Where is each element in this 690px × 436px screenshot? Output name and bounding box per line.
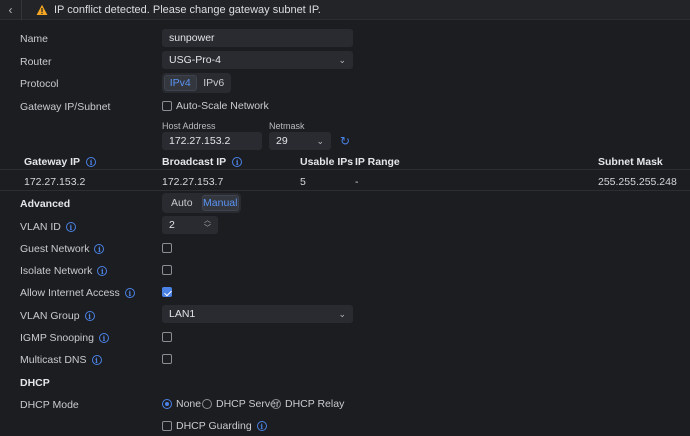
vlan-group-value: LAN1	[169, 308, 196, 320]
info-icon[interactable]: i	[91, 355, 102, 365]
gateway-label: Gateway IP/Subnet	[20, 101, 111, 113]
table-header-broadcast-ip: Broadcast IP i	[162, 156, 243, 168]
info-icon[interactable]: i	[232, 157, 243, 167]
dhcp-mode-server-radio[interactable]	[202, 399, 212, 409]
host-address-value: 172.27.153.2	[169, 135, 231, 147]
table-header-label: Subnet Mask	[598, 156, 663, 168]
table-header-usable-ips: Usable IPs	[300, 156, 353, 168]
isolate-network-label: Isolate Network	[20, 265, 93, 277]
alert-message: IP conflict detected. Please change gate…	[54, 3, 321, 16]
protocol-ipv4-option[interactable]: IPv4	[164, 75, 197, 91]
table-header-gateway-ip: Gateway IP i	[24, 156, 97, 168]
isolate-network-checkbox[interactable]	[162, 265, 172, 275]
table-cell-ip-range: -	[355, 176, 359, 188]
isolate-network-row-label: Isolate Network i	[20, 265, 108, 277]
dhcp-guarding-checkbox[interactable]	[162, 421, 172, 431]
dhcp-guarding-row: DHCP Guarding i	[176, 420, 267, 432]
protocol-label: Protocol	[20, 78, 59, 90]
router-label: Router	[20, 56, 52, 68]
mdns-row-label: Multicast DNS i	[20, 354, 102, 366]
dhcp-mode-none-radio[interactable]	[162, 399, 172, 409]
table-cell-gateway-ip: 172.27.153.2	[24, 176, 86, 188]
table-cell-usable-ips: 5	[300, 176, 306, 188]
table-cell-subnet-mask: 255.255.255.248	[598, 176, 677, 188]
vlan-group-select[interactable]: LAN1 ⌄	[162, 305, 353, 323]
dhcp-mode-relay-label: DHCP Relay	[285, 398, 345, 410]
igmp-checkbox[interactable]	[162, 332, 172, 342]
dhcp-mode-relay-radio[interactable]	[271, 399, 281, 409]
vlan-group-label: VLAN Group	[20, 310, 80, 322]
netmask-value: 29	[276, 135, 288, 147]
guest-network-label: Guest Network	[20, 243, 90, 255]
alert-bar: ‹ IP conflict detected. Please change ga…	[0, 0, 690, 20]
table-cell-broadcast-ip: 172.27.153.7	[162, 176, 224, 188]
guest-network-checkbox[interactable]	[162, 243, 172, 253]
vlan-id-row-label: VLAN ID i	[20, 221, 76, 233]
info-icon[interactable]: i	[124, 288, 135, 298]
host-address-label: Host Address	[162, 121, 216, 131]
vlan-id-value: 2	[169, 219, 175, 231]
info-icon[interactable]: i	[65, 222, 76, 232]
chevron-down-icon[interactable]: ﹀	[204, 225, 211, 233]
allow-internet-label: Allow Internet Access	[20, 287, 120, 299]
allow-internet-checkbox[interactable]	[162, 287, 172, 297]
table-header-label: Gateway IP	[24, 156, 81, 168]
dhcp-mode-none-label: None	[176, 398, 202, 410]
mdns-checkbox[interactable]	[162, 354, 172, 364]
igmp-row-label: IGMP Snooping i	[20, 332, 109, 344]
table-header-ip-range: IP Range	[355, 156, 400, 168]
auto-scale-checkbox[interactable]	[162, 101, 172, 111]
dhcp-section-title: DHCP	[20, 377, 50, 389]
info-icon[interactable]: i	[84, 311, 95, 321]
advanced-manual-option[interactable]: Manual	[201, 195, 239, 211]
mdns-label: Multicast DNS	[20, 354, 87, 366]
allow-internet-row-label: Allow Internet Access i	[20, 287, 135, 299]
vlan-id-label: VLAN ID	[20, 221, 61, 233]
dhcp-guarding-label: DHCP Guarding	[176, 420, 252, 432]
guest-network-row-label: Guest Network i	[20, 243, 105, 255]
table-header-subnet-mask: Subnet Mask	[598, 156, 663, 168]
name-input[interactable]: sunpower	[162, 29, 353, 47]
router-value: USG-Pro-4	[169, 54, 221, 66]
chevron-down-icon: ⌄	[338, 54, 346, 65]
table-header-label: Broadcast IP	[162, 156, 227, 168]
dhcp-mode-server-label: DHCP Server	[216, 398, 280, 410]
router-select[interactable]: USG-Pro-4 ⌄	[162, 51, 353, 69]
table-header-label: IP Range	[355, 156, 400, 168]
protocol-toggle: IPv4 IPv6	[162, 73, 231, 93]
chevron-down-icon: ⌄	[338, 308, 346, 319]
chevron-up-icon[interactable]: ︿	[204, 217, 211, 225]
table-divider	[0, 190, 690, 191]
advanced-auto-option[interactable]: Auto	[164, 195, 200, 211]
info-icon[interactable]: i	[98, 333, 109, 343]
warning-icon	[36, 4, 48, 15]
netmask-label: Netmask	[269, 121, 305, 131]
igmp-label: IGMP Snooping	[20, 332, 94, 344]
table-divider	[0, 169, 690, 170]
name-label: Name	[20, 33, 49, 45]
advanced-label: Advanced	[20, 198, 71, 210]
info-icon[interactable]: i	[86, 157, 97, 167]
name-value: sunpower	[169, 32, 215, 44]
info-icon[interactable]: i	[97, 266, 108, 276]
protocol-ipv6-option[interactable]: IPv6	[199, 75, 230, 91]
advanced-toggle: Auto Manual	[162, 193, 241, 213]
host-address-input[interactable]: 172.27.153.2	[162, 132, 262, 150]
table-header-label: Usable IPs	[300, 156, 354, 168]
info-icon[interactable]: i	[94, 244, 105, 254]
chevron-left-icon: ‹	[8, 2, 13, 17]
vlan-group-row-label: VLAN Group i	[20, 310, 95, 322]
back-button[interactable]: ‹	[0, 0, 22, 20]
info-icon[interactable]: i	[256, 421, 267, 431]
chevron-down-icon: ⌄	[316, 135, 324, 146]
vlan-id-stepper[interactable]: ︿ ﹀	[204, 217, 211, 233]
refresh-icon[interactable]: ↻	[340, 134, 350, 148]
netmask-select[interactable]: 29 ⌄	[269, 132, 331, 150]
dhcp-mode-label: DHCP Mode	[20, 399, 79, 411]
auto-scale-label: Auto-Scale Network	[176, 100, 269, 112]
